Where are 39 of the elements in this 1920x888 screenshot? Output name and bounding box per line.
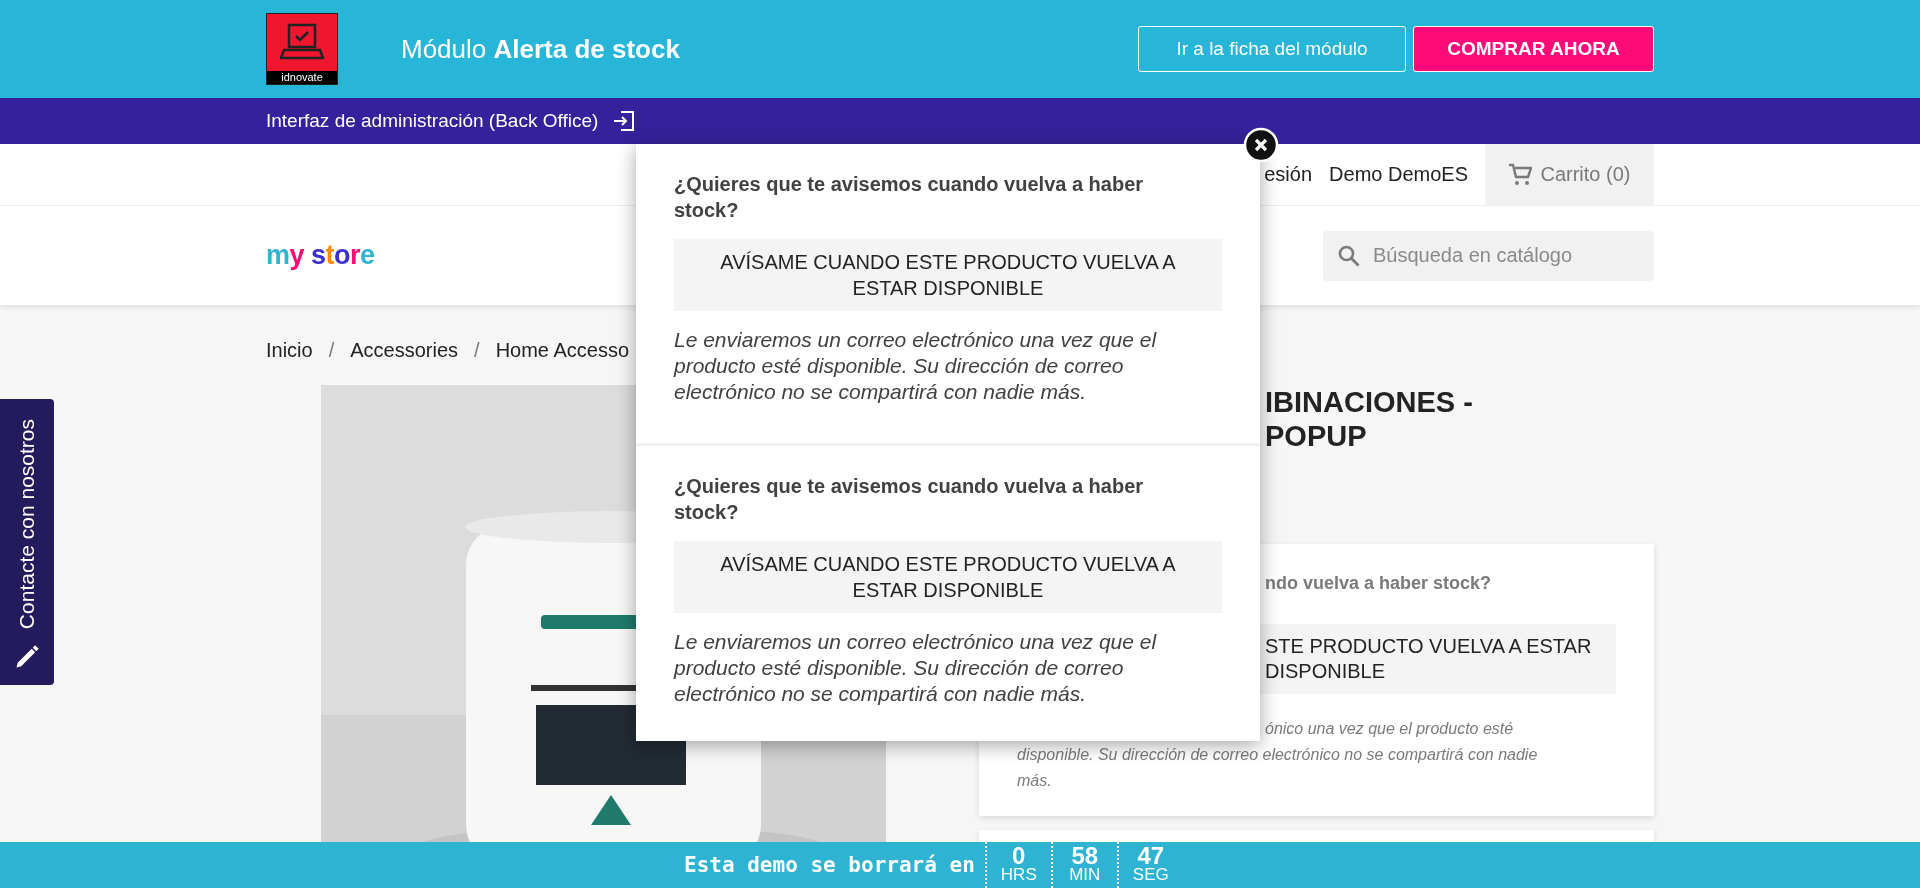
notify-button[interactable]: AVÍSAME CUANDO ESTE PRODUCTO VUELVA A ESTAR DISPONIBLE — [674, 541, 1222, 613]
cart-link[interactable]: Carrito (0) — [1485, 144, 1654, 205]
stock-question: ¿Quieres que te avisemos cuando vuelva a haber stock? — [674, 474, 1145, 525]
account-link[interactable]: Demo DemoES — [1329, 163, 1468, 186]
cart-icon — [1508, 162, 1533, 187]
module-title: Módulo Alerta de stock — [401, 33, 681, 65]
close-icon[interactable] — [1243, 127, 1279, 163]
countdown-unit: MIN — [1069, 865, 1101, 884]
countdown-value: 58 — [1071, 846, 1099, 865]
search-icon — [1337, 243, 1361, 268]
product-title-line: POPUP — [1265, 419, 1368, 453]
login-icon[interactable] — [612, 109, 637, 133]
product-title-line: IBINACIONES - — [1265, 385, 1474, 419]
notice-text-line: ónico una vez que el producto esté — [1265, 719, 1514, 739]
notify-button[interactable]: AVÍSAME CUANDO ESTE PRODUCTO VUELVA A ESTAR DISPONIBLE — [674, 239, 1222, 311]
back-office-link[interactable]: Interfaz de administración (Back Office) — [266, 110, 599, 132]
breadcrumb-link[interactable]: Inicio — [266, 338, 313, 362]
breadcrumb-link[interactable]: Home Accesso — [495, 338, 630, 362]
computer-icon — [280, 22, 324, 62]
notice-text-line: disponible. Su dirección de correo electrónico no se compartirá con nadie — [1017, 745, 1538, 765]
notify-button[interactable]: STE PRODUCTO VUELVA A ESTAR DISPONIBLE — [1260, 624, 1616, 694]
countdown-unit: HRS — [1000, 865, 1037, 884]
notice-text: Le enviaremos un correo electrónico una vez que el producto esté disponible. Su dirección de correo electrónico no se compartirá con nadie más. — [674, 327, 1158, 405]
breadcrumb-separator: / — [328, 338, 335, 362]
search-field[interactable]: Búsqueda en catálogo — [1323, 230, 1654, 281]
notice-text: Le enviaremos un correo electrónico una vez que el producto esté disponible. Su dirección de correo electrónico no se compartirá con nadie más. — [674, 629, 1158, 707]
breadcrumb-link[interactable]: Accessories — [350, 338, 459, 362]
notice-text-line: más. — [1017, 771, 1052, 791]
countdown-unit: SEG — [1132, 865, 1169, 884]
sign-in-link[interactable]: esión — [1264, 163, 1313, 186]
stock-question: ¿Quieres que te avisemos cuando vuelva a haber stock? — [674, 172, 1145, 223]
breadcrumb-separator: / — [474, 338, 480, 362]
demo-countdown-label: Esta demo se borrará en — [684, 852, 976, 879]
countdown-value: 47 — [1137, 846, 1165, 865]
buy-button[interactable]: COMPRAR AHORA — [1413, 26, 1654, 72]
countdown-value: 0 — [1012, 846, 1026, 865]
brand-logo: idnovate — [266, 13, 338, 85]
store-logo[interactable]: my store — [266, 240, 375, 271]
stock-question: ndo vuelva a haber stock? — [1265, 572, 1493, 594]
